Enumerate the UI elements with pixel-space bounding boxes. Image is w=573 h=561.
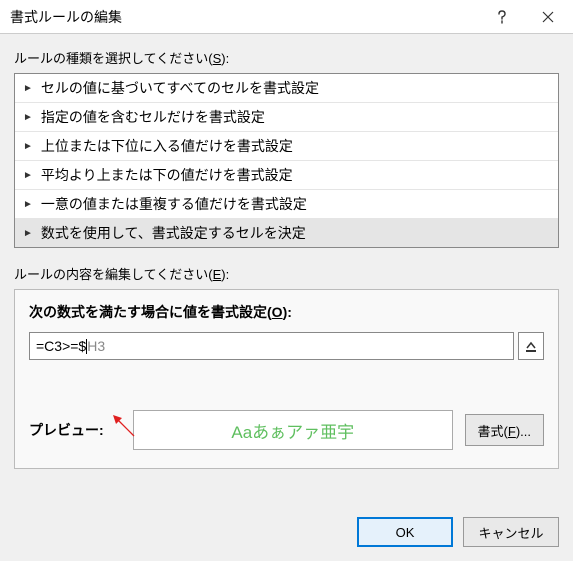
rule-content-label-accel: E — [213, 267, 222, 282]
rule-type-item-label: 一意の値または重複する値だけを書式設定 — [41, 194, 307, 214]
rule-type-item-label: 数式を使用して、書式設定するセルを決定 — [41, 223, 306, 243]
rule-content-label: ルールの内容を編集してください(E): — [14, 264, 559, 283]
triangle-icon: ► — [23, 199, 33, 210]
rule-type-item[interactable]: ► 一意の値または重複する値だけを書式設定 — [15, 190, 558, 219]
dialog-buttons: OK キャンセル — [357, 517, 559, 547]
formula-title-text: 次の数式を満たす場合に値を書式設定( — [29, 304, 272, 320]
rule-type-list: ►セルの値に基づいてすべてのセルを書式設定 ►指定の値を含むセルだけを書式設定 … — [14, 73, 559, 248]
help-icon — [497, 10, 507, 24]
rule-type-label-accel: S — [213, 51, 222, 66]
triangle-icon: ► — [23, 141, 33, 152]
rule-type-item-label: 上位または下位に入る値だけを書式設定 — [41, 136, 293, 156]
collapse-dialog-button[interactable] — [518, 332, 544, 360]
close-icon — [542, 11, 554, 23]
triangle-icon: ► — [23, 83, 33, 94]
preview-row: プレビュー: Aaあぁアァ亜宇 書式(F)... — [29, 410, 544, 450]
cancel-button[interactable]: キャンセル — [463, 517, 559, 547]
rule-type-label-text: ルールの種類を選択してください( — [14, 51, 213, 66]
triangle-icon: ► — [23, 170, 33, 181]
format-button-accel: F — [508, 424, 516, 439]
formula-value-before: =C3>=$ — [36, 338, 86, 354]
rule-type-label-end: ): — [221, 51, 229, 66]
formula-title-end: ): — [283, 304, 292, 320]
preview-sample: Aaあぁアァ亜宇 — [133, 410, 453, 450]
titlebar: 書式ルールの編集 — [0, 0, 573, 34]
formula-value-after: H3 — [87, 338, 105, 354]
formula-title-accel: O — [272, 304, 283, 320]
rule-type-item[interactable]: ► 数式を使用して、書式設定するセルを決定 — [15, 219, 558, 247]
rule-type-item[interactable]: ► 指定の値を含むセルだけを書式設定 — [15, 103, 558, 132]
rule-content-label-end: ): — [221, 267, 229, 282]
triangle-icon: ► — [23, 228, 33, 239]
collapse-icon — [524, 339, 538, 353]
rule-content-label-text: ルールの内容を編集してください( — [14, 267, 213, 282]
rule-type-item[interactable]: ► 上位または下位に入る値だけを書式設定 — [15, 132, 558, 161]
window-title: 書式ルールの編集 — [10, 7, 479, 27]
format-button-end: )... — [516, 424, 531, 439]
format-button[interactable]: 書式(F)... — [465, 414, 544, 446]
ok-button[interactable]: OK — [357, 517, 453, 547]
rule-type-label: ルールの種類を選択してください(S): — [14, 48, 559, 67]
formula-row: =C3>=$H3 — [29, 332, 544, 360]
format-button-text: 書式( — [478, 424, 508, 439]
rule-type-item[interactable]: ► セルの値に基づいてすべてのセルを書式設定 — [15, 74, 558, 103]
formula-input[interactable]: =C3>=$H3 — [29, 332, 514, 360]
formula-title: 次の数式を満たす場合に値を書式設定(O): — [29, 302, 544, 322]
dialog-body: ルールの種類を選択してください(S): ► セルの値に基づいてすべてのセルを書式設… — [0, 34, 573, 561]
rule-type-item[interactable]: ► 平均より上または下の値だけを書式設定 — [15, 161, 558, 190]
preview-label: プレビュー: — [29, 420, 121, 440]
triangle-icon: ► — [23, 112, 33, 123]
rule-type-item-label: 平均より上または下の値だけを書式設定 — [41, 165, 293, 185]
rule-content-panel: 次の数式を満たす場合に値を書式設定(O): =C3>=$H3 プレビュー: Aa… — [14, 289, 559, 469]
text-caret — [86, 339, 87, 354]
close-button[interactable] — [525, 1, 571, 33]
rule-type-item-label: 指定の値を含むセルだけを書式設定 — [41, 107, 265, 127]
rule-type-item-label: セルの値に基づいてすべてのセルを書式設定 — [41, 78, 319, 98]
help-button[interactable] — [479, 1, 525, 33]
